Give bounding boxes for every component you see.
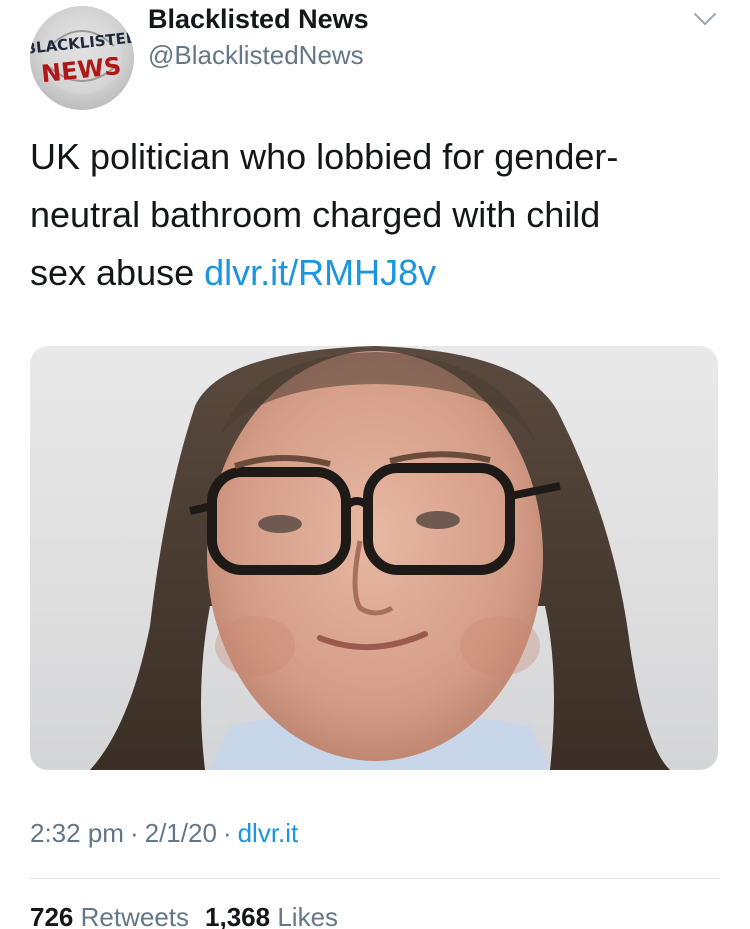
tweet-media-image[interactable] (30, 346, 718, 770)
tweet-text: UK politician who lobbied for gender- ne… (30, 128, 720, 302)
divider (30, 878, 720, 879)
retweets-label: Retweets (80, 902, 190, 929)
tweet-source[interactable]: dlvr.it (238, 818, 299, 848)
tweet-text-line-1: UK politician who lobbied for gender- (30, 136, 619, 177)
tweet-meta: 2:32 pm · 2/1/20 · dlvr.it (30, 818, 298, 849)
tweet-text-line-3: sex abuse dlvr.it/RMHJ8v (30, 244, 720, 302)
tweet-date[interactable]: 2/1/20 (145, 818, 217, 848)
meta-separator: · (222, 818, 232, 848)
avatar[interactable]: BLACKLISTED NEWS (30, 6, 134, 110)
chevron-down-glyph (694, 13, 716, 25)
likes-label: Likes (277, 902, 339, 929)
tweet-card: BLACKLISTED NEWS Blacklisted News @Black… (0, 0, 750, 929)
tweet-text-line-2: neutral bathroom charged with child (30, 194, 601, 235)
meta-separator: · (129, 818, 139, 848)
display-name[interactable]: Blacklisted News (148, 4, 369, 35)
tweet-stats: 726 Retweets 1,368 Likes (30, 902, 338, 929)
handle[interactable]: @BlacklistedNews (148, 40, 364, 71)
tweet-time[interactable]: 2:32 pm (30, 818, 124, 848)
portrait-illustration (90, 346, 670, 770)
avatar-logo-graphic: BLACKLISTED NEWS (30, 14, 134, 94)
chevron-down-icon[interactable] (690, 4, 720, 34)
retweets-count: 726 (30, 902, 74, 929)
retweets-stat[interactable]: 726 Retweets (30, 902, 189, 929)
likes-stat[interactable]: 1,368 Likes (205, 902, 338, 929)
tweet-link[interactable]: dlvr.it/RMHJ8v (204, 252, 436, 293)
tweet-text-line-3-body: sex abuse (30, 252, 205, 293)
likes-count: 1,368 (205, 902, 271, 929)
